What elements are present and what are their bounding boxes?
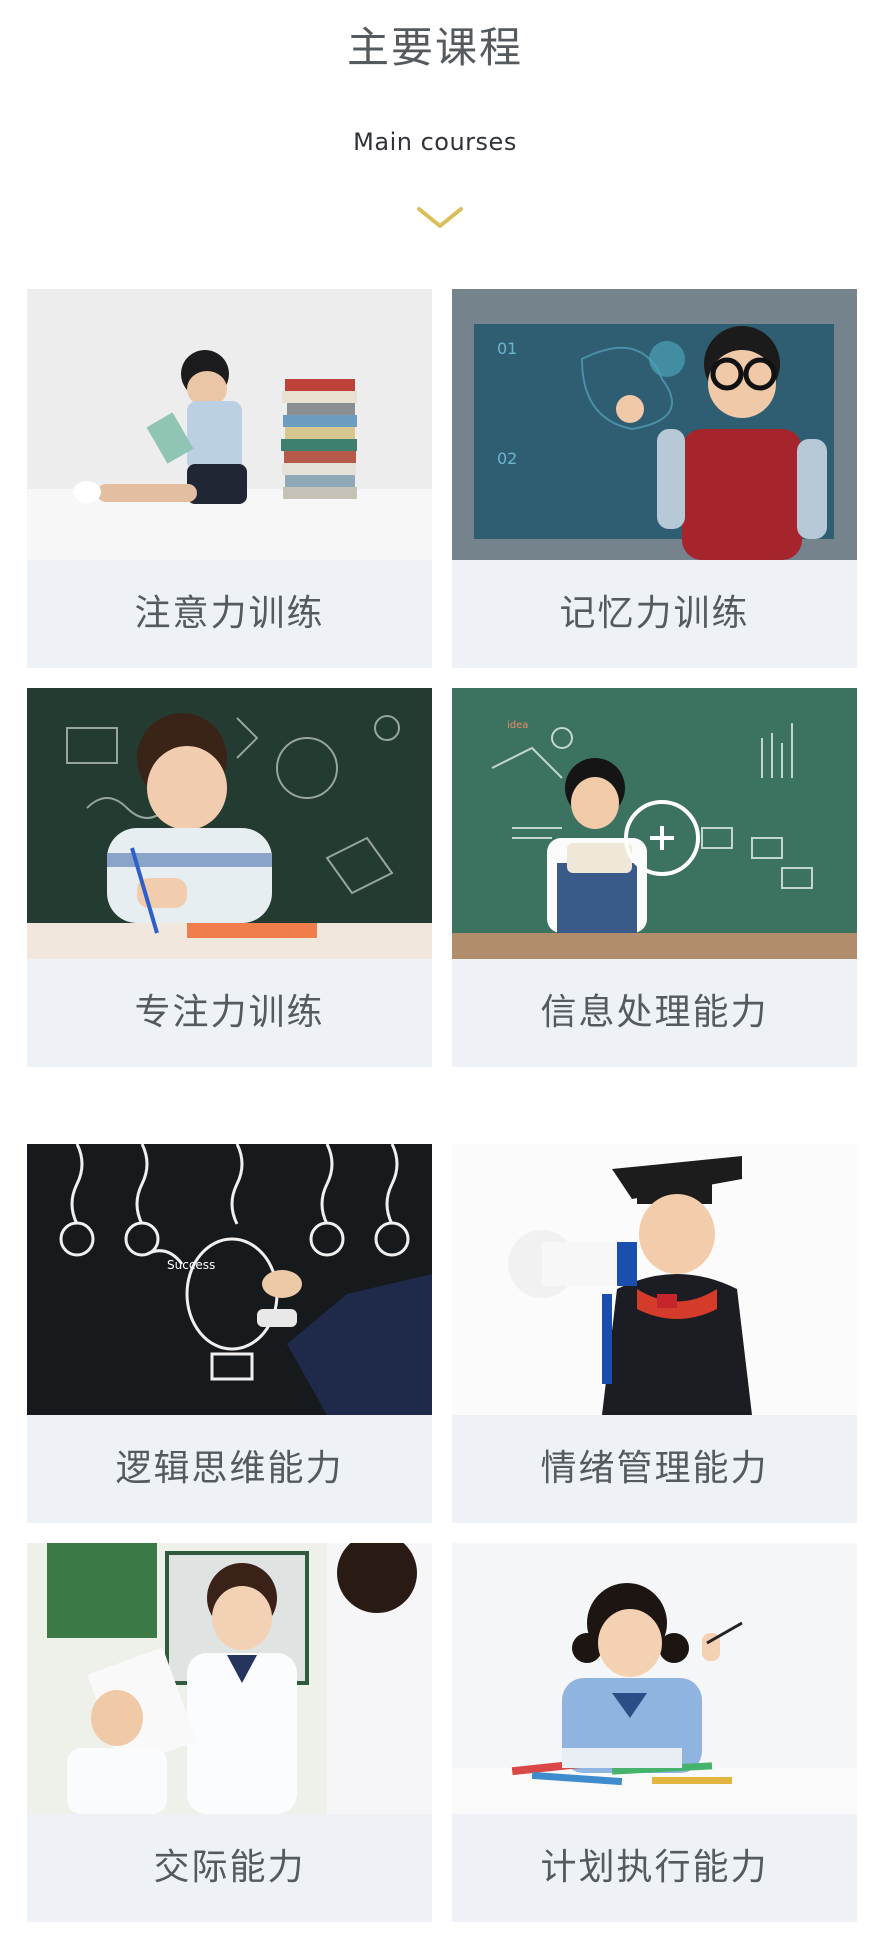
course-image-planning bbox=[452, 1543, 857, 1814]
svg-text:Success: Success bbox=[167, 1258, 215, 1272]
course-card-focus[interactable]: 专注力训练 bbox=[27, 688, 432, 1067]
course-card-social[interactable]: 交际能力 bbox=[27, 1543, 432, 1922]
course-image-attention bbox=[27, 289, 432, 560]
svg-text:idea: idea bbox=[507, 720, 528, 731]
course-label: 情绪管理能力 bbox=[540, 1448, 769, 1489]
course-card-attention[interactable]: 注意力训练 bbox=[27, 289, 432, 668]
section-subtitle: Main courses bbox=[353, 128, 517, 156]
svg-text:01: 01 bbox=[497, 339, 517, 358]
course-label: 逻辑思维能力 bbox=[115, 1448, 344, 1489]
course-label: 交际能力 bbox=[153, 1847, 306, 1888]
course-image-focus bbox=[27, 688, 432, 959]
course-image-emotion bbox=[452, 1144, 857, 1415]
course-label: 计划执行能力 bbox=[540, 1847, 769, 1888]
course-card-emotion[interactable]: 情绪管理能力 bbox=[452, 1144, 857, 1523]
svg-text:02: 02 bbox=[497, 449, 517, 468]
course-card-memory[interactable]: 01 02 记忆力训练 bbox=[452, 289, 857, 668]
course-card-logic[interactable]: Success 逻辑思维能力 bbox=[27, 1144, 432, 1523]
chevron-down-icon bbox=[417, 207, 463, 228]
course-card-information[interactable]: idea 信息处理能力 bbox=[452, 688, 857, 1067]
course-label: 信息处理能力 bbox=[540, 992, 769, 1033]
course-label: 专注力训练 bbox=[134, 992, 325, 1033]
section-title: 主要课程 bbox=[346, 23, 523, 72]
course-image-logic: Success bbox=[27, 1144, 432, 1415]
course-label: 注意力训练 bbox=[134, 593, 325, 634]
plus-circle-icon[interactable] bbox=[622, 798, 702, 878]
course-image-social bbox=[27, 1543, 432, 1814]
course-image-memory: 01 02 bbox=[452, 289, 857, 560]
course-card-planning[interactable]: 计划执行能力 bbox=[452, 1543, 857, 1922]
course-label: 记忆力训练 bbox=[559, 593, 750, 634]
